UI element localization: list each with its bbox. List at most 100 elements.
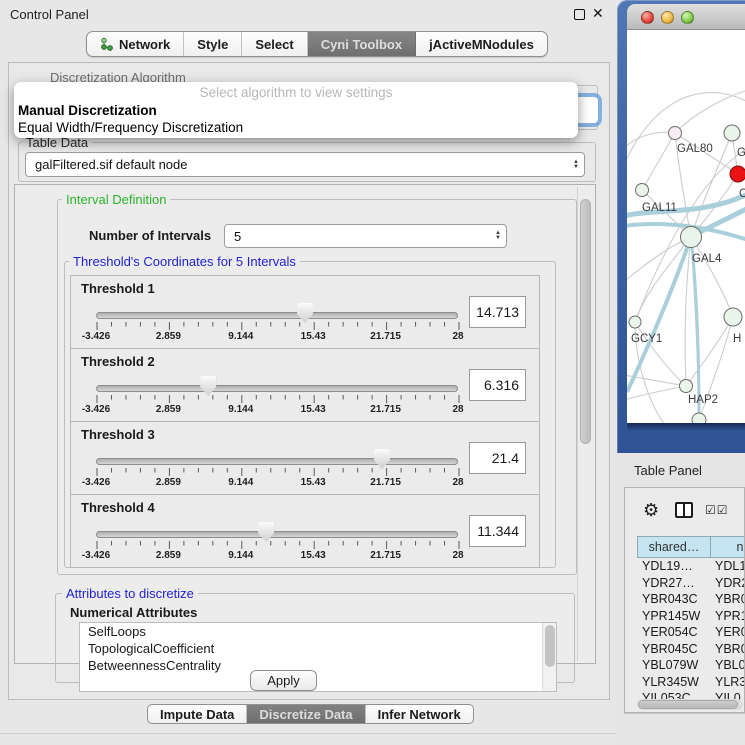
slider-ticks <box>96 395 460 404</box>
table-row[interactable]: YDL19…YDL1 <box>637 558 745 575</box>
table-horizontal-scrollbar[interactable] <box>637 699 743 710</box>
tab-network[interactable]: Network <box>87 32 184 56</box>
table-row[interactable]: YBL079WYBL0 <box>637 657 745 674</box>
column-header-na[interactable]: na <box>710 536 745 558</box>
slider-track[interactable] <box>96 458 458 465</box>
numerical-attributes-list[interactable]: SelfLoopsTopologicalCoefficientBetweenne… <box>79 622 557 692</box>
table-cell: YDL19… <box>637 558 710 575</box>
slider-thumb[interactable] <box>297 303 313 323</box>
tick-label: 2.859 <box>138 404 198 415</box>
tick-label: 15.43 <box>283 550 343 561</box>
dropdown-item-equal-width-frequency[interactable]: Equal Width/Frequency Discretization <box>14 119 578 136</box>
svg-text:GAL11: GAL11 <box>642 202 677 214</box>
threshold-label: Threshold 4 <box>81 500 155 515</box>
threshold-value-field[interactable]: 21.4 <box>469 442 526 474</box>
interval-definition-group: Interval Definition Number of Intervals … <box>57 199 577 575</box>
table-cell: YER0 <box>710 624 745 641</box>
table-data-combo[interactable]: galFiltered.sif default node ▲▼ <box>25 152 585 177</box>
tick-label: -3.426 <box>66 477 126 488</box>
tab-select[interactable]: Select <box>242 32 307 56</box>
network-window-titlebar[interactable] <box>627 4 745 30</box>
float-window-icon[interactable] <box>574 9 585 20</box>
checkbox-icons[interactable]: ☑☑ <box>705 503 729 517</box>
table-row[interactable]: YPR145WYPR1 <box>637 608 745 625</box>
slider-ticks <box>96 541 460 550</box>
tick-label: 21.715 <box>356 404 416 415</box>
slider-thumb[interactable] <box>200 376 216 396</box>
network-canvas[interactable]: GAL80GACGAL11GAL4GCY1HHAP2 <box>627 30 745 423</box>
zoom-traffic-light-icon[interactable] <box>681 11 694 24</box>
dropdown-item-manual-discretization[interactable]: Manual Discretization <box>14 102 578 119</box>
combo-spinner-icon: ▲▼ <box>490 231 506 241</box>
table-cell: YDR2 <box>710 575 745 592</box>
threshold-value-field[interactable]: 6.316 <box>469 369 526 401</box>
window-shadow <box>627 423 745 431</box>
attributes-group-title: Attributes to discretize <box>62 586 198 601</box>
close-icon[interactable]: ✕ <box>592 5 604 22</box>
close-traffic-light-icon[interactable] <box>641 11 654 24</box>
combo-spinner-icon: ▲▼ <box>568 160 584 170</box>
table-row[interactable]: YBR045CYBR0 <box>637 641 745 658</box>
slider-thumb[interactable] <box>374 449 390 469</box>
settings-vertical-scrollbar[interactable] <box>577 187 592 661</box>
gear-icon[interactable]: ⚙ <box>643 500 659 521</box>
svg-text:GCY1: GCY1 <box>631 333 662 345</box>
dropdown-hint: Select algorithm to view settings <box>14 84 578 102</box>
tab-discretize-data[interactable]: Discretize Data <box>247 705 365 723</box>
table-row[interactable]: YER054CYER0 <box>637 624 745 641</box>
tick-label: 9.144 <box>211 477 271 488</box>
table-row[interactable]: YLR345WYLR3 <box>637 674 745 691</box>
slider-track[interactable] <box>96 531 458 538</box>
slider-track[interactable] <box>96 385 458 392</box>
num-intervals-combo[interactable]: 5 ▲▼ <box>224 224 507 248</box>
table-cell: YBL0 <box>710 657 745 674</box>
num-intervals-label: Number of Intervals <box>89 228 211 243</box>
svg-text:GAL4: GAL4 <box>692 253 722 265</box>
network-icon <box>100 37 113 51</box>
tab-infer-network[interactable]: Infer Network <box>366 705 473 723</box>
table-cell: YBR0 <box>710 591 745 608</box>
tab-impute-data[interactable]: Impute Data <box>148 705 247 723</box>
divider <box>624 713 745 714</box>
attributes-group: Attributes to discretize Numerical Attri… <box>55 593 575 683</box>
tick-label: -3.426 <box>66 550 126 561</box>
numerical-attributes-label: Numerical Attributes <box>70 605 197 620</box>
node-attribute-table[interactable]: shared…naYDL19…YDL1YDR27…YDR2YBR043CYBR0… <box>637 536 745 707</box>
tick-label: 28 <box>428 331 488 342</box>
panel-title: Control Panel <box>10 7 89 22</box>
table-row[interactable]: YBR043CYBR0 <box>637 591 745 608</box>
minimize-traffic-light-icon[interactable] <box>661 11 674 24</box>
table-cell: YPR145W <box>637 608 710 625</box>
tick-label: 15.43 <box>283 331 343 342</box>
thresholds-group-title: Threshold's Coordinates for 5 Intervals <box>69 254 300 269</box>
attributes-scrollbar[interactable] <box>542 623 556 691</box>
threshold-label: Threshold 2 <box>81 354 155 369</box>
tick-label: 21.715 <box>356 331 416 342</box>
tab-style[interactable]: Style <box>184 32 242 56</box>
threshold-value-field[interactable]: 14.713 <box>469 296 526 328</box>
svg-text:GAL80: GAL80 <box>677 143 713 155</box>
tick-label: -3.426 <box>66 404 126 415</box>
column-header-shared[interactable]: shared… <box>637 536 710 558</box>
columns-icon[interactable] <box>675 502 693 518</box>
attribute-item-topologicalcoefficient[interactable]: TopologicalCoefficient <box>80 640 556 657</box>
tick-label: 2.859 <box>138 477 198 488</box>
tab-cyni-toolbox[interactable]: Cyni Toolbox <box>308 32 416 56</box>
tab-label: Select <box>255 37 293 52</box>
threshold-panel-2: Threshold 2-3.4262.8599.14415.4321.71528… <box>70 348 540 422</box>
slider-track[interactable] <box>96 312 458 319</box>
tab-jactivemnodules[interactable]: jActiveMNodules <box>416 32 547 56</box>
threshold-panel-1: Threshold 1-3.4262.8599.14415.4321.71528… <box>70 275 540 349</box>
table-cell: YBR0 <box>710 641 745 658</box>
tab-label: Network <box>119 37 170 52</box>
slider-thumb[interactable] <box>258 522 274 542</box>
table-cell: YBL079W <box>637 657 710 674</box>
table-row[interactable]: YDR27…YDR2 <box>637 575 745 592</box>
threshold-value-field[interactable]: 11.344 <box>469 515 526 547</box>
attribute-item-betweennesscentrality[interactable]: BetweennessCentrality <box>80 657 556 674</box>
apply-button[interactable]: Apply <box>250 670 317 691</box>
thresholds-group: Threshold's Coordinates for 5 Intervals … <box>64 261 556 568</box>
attribute-item-selfloops[interactable]: SelfLoops <box>80 623 556 640</box>
algorithm-dropdown-popup: Select algorithm to view settings Manual… <box>14 82 578 138</box>
table-cell: YLR345W <box>637 674 710 691</box>
